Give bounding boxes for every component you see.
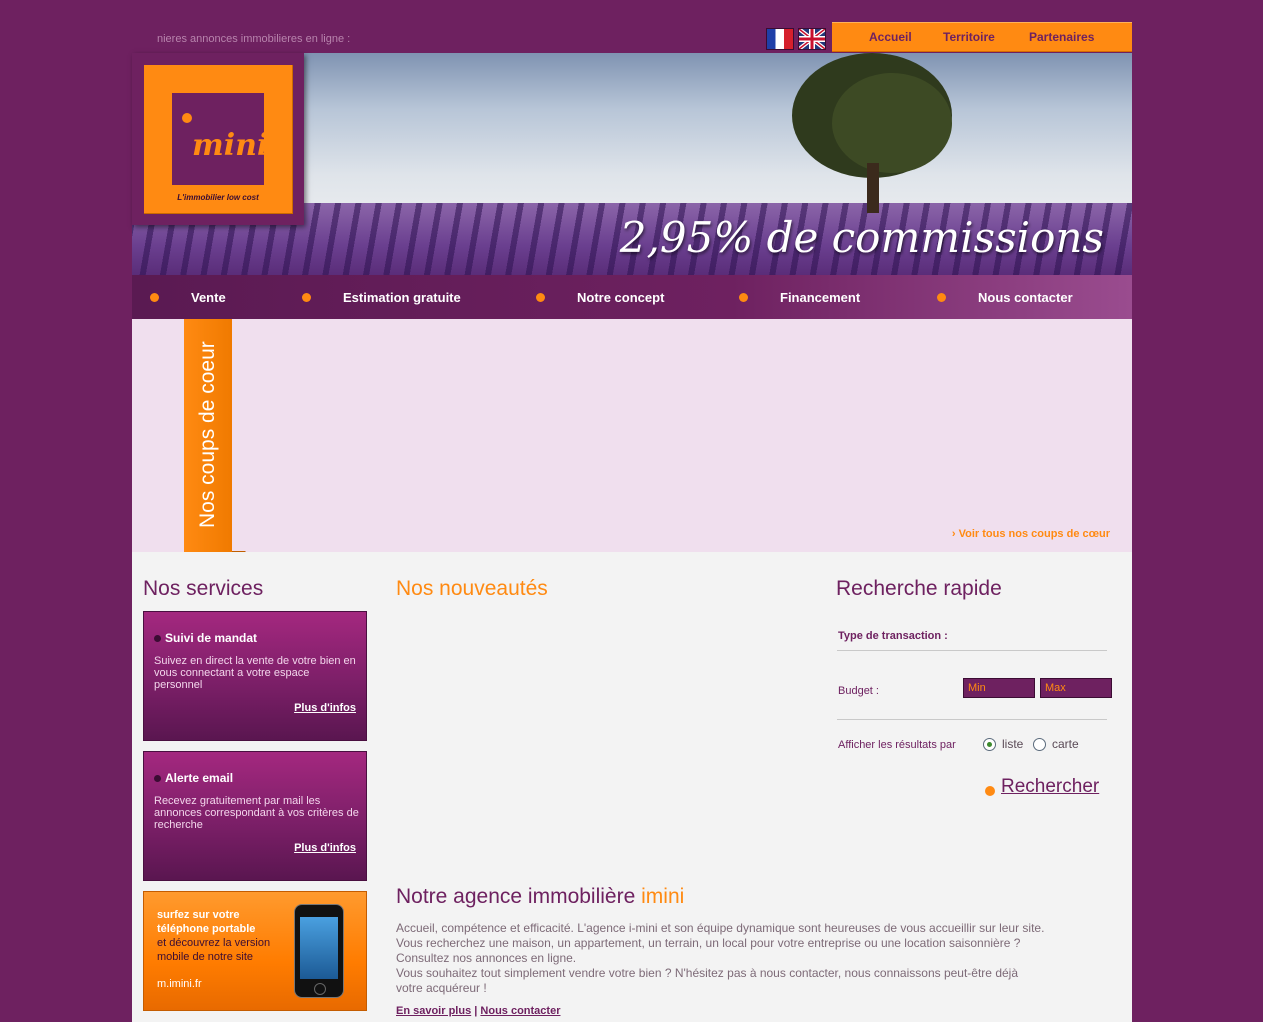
nav-nous-contacter[interactable]: Nous contacter: [978, 290, 1073, 305]
english-flag-icon[interactable]: [798, 28, 826, 50]
contact-us-link[interactable]: Nous contacter: [480, 1005, 560, 1017]
quick-search-title: Recherche rapide: [836, 577, 1002, 600]
bullet-icon: [154, 635, 161, 643]
service-card-email-alert: Alerte email Recevez gratuitement par ma…: [143, 751, 367, 881]
service-title: Alerte email: [165, 771, 234, 785]
more-info-link[interactable]: Plus d'infos: [294, 842, 356, 854]
main-nav: Vente Estimation gratuite Notre concept …: [132, 275, 1132, 319]
news-ticker: nieres annonces immobilieres en ligne :: [157, 33, 351, 45]
agency-links: En savoir plus | Nous contacter: [396, 1005, 561, 1017]
display-results-label: Afficher les résultats par: [838, 739, 956, 751]
bullet-icon: [739, 293, 748, 302]
budget-min-input[interactable]: [963, 678, 1035, 698]
french-flag-icon[interactable]: [766, 28, 794, 50]
bullet-icon: [150, 293, 159, 302]
bullet-icon: [937, 293, 946, 302]
budget-max-input[interactable]: [1040, 678, 1112, 698]
search-button[interactable]: Rechercher: [1001, 776, 1099, 798]
nav-financement[interactable]: Financement: [780, 290, 860, 305]
mobile-line1: surfez sur votre téléphone portable: [157, 909, 256, 935]
services-title: Nos services: [143, 577, 264, 600]
see-all-favorites-link[interactable]: › Voir tous nos coups de cœur: [952, 528, 1110, 540]
divider: [837, 719, 1107, 720]
service-card-mandate: Suivi de mandat Suivez en direct la vent…: [143, 611, 367, 741]
nav-vente[interactable]: Vente: [191, 290, 226, 305]
service-desc: Recevez gratuitement par mail les annonc…: [154, 795, 359, 831]
smartphone-icon: [294, 904, 344, 998]
service-desc: Suivez en direct la vente de votre bien …: [154, 655, 356, 691]
bullet-icon: [154, 775, 161, 783]
bullet-icon: [985, 786, 995, 796]
favorites-ribbon-label: Nos coups de coeur: [196, 341, 219, 529]
logo-dot-icon: [182, 113, 192, 123]
news-title: Nos nouveautés: [396, 577, 548, 600]
service-title: Suivi de mandat: [165, 631, 258, 645]
favorites-area: [132, 319, 1132, 552]
learn-more-link[interactable]: En savoir plus: [396, 1005, 471, 1017]
agency-description: Accueil, compétence et efficacité. L'age…: [396, 921, 1045, 995]
mobile-url: m.imini.fr: [157, 978, 202, 990]
logo-name: mini: [192, 128, 269, 163]
transaction-type-label: Type de transaction :: [838, 630, 948, 642]
mobile-site-banner[interactable]: surfez sur votre téléphone portable et d…: [143, 891, 367, 1011]
nav-notre-concept[interactable]: Notre concept: [577, 290, 664, 305]
agency-title-highlight: imini: [641, 885, 685, 908]
budget-label: Budget :: [838, 685, 879, 697]
top-nav-territoire[interactable]: Territoire: [943, 30, 995, 44]
list-radio-label[interactable]: liste: [1002, 737, 1023, 751]
top-nav-accueil[interactable]: Accueil: [869, 30, 912, 44]
agency-title: Notre agence immobilière imini: [396, 885, 685, 908]
divider: [837, 650, 1107, 651]
bullet-icon: [536, 293, 545, 302]
logo-tagline: L'immobilier low cost: [177, 193, 259, 202]
list-radio[interactable]: [983, 738, 996, 751]
map-radio[interactable]: [1033, 738, 1046, 751]
top-nav-partenaires[interactable]: Partenaires: [1029, 30, 1094, 44]
map-radio-label[interactable]: carte: [1052, 737, 1079, 751]
mobile-line2: et découvrez la version mobile de notre …: [157, 937, 271, 963]
bullet-icon: [302, 293, 311, 302]
site-logo[interactable]: mini L'immobilier low cost: [132, 53, 304, 225]
top-nav: Accueil Territoire Partenaires: [832, 22, 1132, 52]
nav-estimation-gratuite[interactable]: Estimation gratuite: [343, 290, 461, 305]
banner-tagline: 2,95% de commissions: [619, 213, 1104, 262]
more-info-link[interactable]: Plus d'infos: [294, 702, 356, 714]
